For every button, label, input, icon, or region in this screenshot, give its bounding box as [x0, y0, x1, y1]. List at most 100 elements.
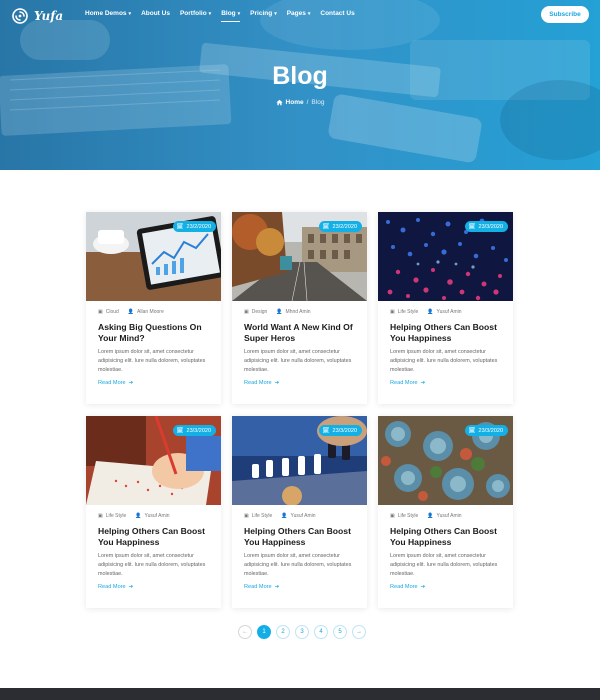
calendar-icon: 🗓: [468, 427, 476, 434]
post-title[interactable]: Helping Others Can Boost You Happiness: [244, 526, 362, 547]
nav-label: Home Demos: [85, 10, 127, 17]
breadcrumb-home-link[interactable]: Home: [275, 99, 304, 106]
page-button-3[interactable]: 3: [295, 625, 309, 639]
category-label: Life Style: [397, 309, 419, 315]
nav-item-pricing[interactable]: Pricing ▾: [250, 10, 277, 17]
date-badge: 🗓 23/2/2020: [172, 221, 216, 232]
brand-name: Yufa: [34, 9, 64, 23]
post-category[interactable]: ▣ Cloud: [98, 309, 119, 315]
user-icon: 👤: [127, 309, 135, 315]
post-image-child-drawing[interactable]: 🗓 23/3/2020: [86, 416, 221, 505]
nav-label: Pricing: [250, 10, 273, 17]
blog-card[interactable]: 🗓 23/3/2020 ▣ Life Style 👤 Yusuf Amin Helpi…: [378, 212, 513, 404]
post-author[interactable]: 👤 Allan Moore: [128, 309, 164, 315]
read-more-label: Read More: [98, 380, 126, 386]
home-icon: [275, 99, 283, 106]
user-icon: 👤: [276, 309, 283, 315]
date-badge: 🗓 23/3/2020: [464, 221, 508, 232]
nav-item-pages[interactable]: Pages ▾: [287, 10, 311, 17]
post-excerpt: Lorem ipsum dolor sit, amet consectetur …: [390, 553, 498, 577]
page-button-5[interactable]: 5: [333, 625, 347, 639]
blog-card[interactable]: 🗓 23/2/2020 ▣ Design 👤 Mhnd Amin World Want…: [232, 212, 367, 404]
calendar-icon: 🗓: [322, 427, 330, 434]
user-icon: 👤: [135, 513, 142, 519]
read-more-link[interactable]: Read More ➔: [98, 380, 133, 386]
read-more-link[interactable]: Read More ➔: [244, 380, 279, 386]
read-more-link[interactable]: Read More ➔: [390, 380, 425, 386]
hero-banner: Yufa Home Demos ▾ About Us Portfolio ▾ Blo…: [0, 0, 600, 170]
user-icon: 👤: [427, 513, 434, 519]
brand-logo[interactable]: Yufa: [10, 6, 63, 26]
post-meta: ▣ Life Style 👤 Yusuf Amin: [244, 513, 316, 519]
post-image-light-installation[interactable]: 🗓 23/3/2020: [378, 212, 513, 301]
post-excerpt: Lorem ipsum dolor sit, amet consectetur …: [390, 349, 498, 373]
post-author[interactable]: 👤 Yusuf Amin: [427, 309, 461, 315]
page-button-1[interactable]: 1: [257, 625, 271, 639]
post-category[interactable]: ▣ Design: [244, 309, 267, 315]
calendar-icon: 🗓: [322, 223, 330, 230]
folder-icon: ▣: [390, 513, 395, 519]
post-title[interactable]: Helping Others Can Boost You Happiness: [390, 322, 508, 343]
nav-label: Pages: [286, 10, 306, 17]
category-label: Life Style: [397, 513, 419, 519]
post-category[interactable]: ▣ Life Style: [244, 513, 272, 519]
read-more-label: Read More: [390, 380, 418, 386]
post-author[interactable]: 👤 Yusuf Amin: [281, 513, 315, 519]
post-excerpt: Lorem ipsum dolor sit, amet consectetur …: [98, 553, 206, 577]
folder-icon: ▣: [390, 309, 395, 315]
post-author[interactable]: 👤 Yusuf Amin: [427, 513, 461, 519]
user-icon: 👤: [427, 309, 434, 315]
post-category[interactable]: ▣ Life Style: [390, 309, 418, 315]
chevron-down-icon: ▾: [128, 10, 132, 17]
post-date: 23/2/2020: [332, 223, 357, 230]
blog-card[interactable]: 🗓 23/2/2020 ▣ Cloud 👤 Allan Moore Asking Bi…: [86, 212, 221, 404]
post-image-city-street[interactable]: 🗓 23/2/2020: [232, 212, 367, 301]
blog-card[interactable]: 🗓 23/3/2020 ▣ Life Style 👤 Yusuf Amin Helpi…: [232, 416, 367, 608]
post-title[interactable]: World Want A New Kind Of Super Heros: [244, 322, 362, 343]
post-author[interactable]: 👤 Yusuf Amin: [135, 513, 169, 519]
post-meta: ▣ Life Style 👤 Yusuf Amin: [390, 309, 462, 315]
breadcrumb: Home / Blog: [0, 99, 600, 106]
author-label: Allan Moore: [137, 309, 164, 315]
read-more-link[interactable]: Read More ➔: [390, 584, 425, 590]
post-category[interactable]: ▣ Life Style: [98, 513, 126, 519]
arrow-right-icon: ➔: [128, 380, 134, 386]
post-image-chess-board[interactable]: 🗓 23/3/2020: [232, 416, 367, 505]
nav-item-portfolio[interactable]: Portfolio ▾: [180, 10, 211, 17]
post-excerpt: Lorem ipsum dolor sit, amet consectetur …: [98, 349, 206, 373]
nav-item-home-demos[interactable]: Home Demos ▾: [85, 10, 131, 17]
arrow-right-icon: ➔: [274, 584, 280, 590]
post-category[interactable]: ▣ Life Style: [390, 513, 418, 519]
date-badge: 🗓 23/3/2020: [318, 425, 362, 436]
subscribe-button[interactable]: Subscribe: [541, 6, 589, 23]
nav-item-contact-us[interactable]: Contact Us: [320, 10, 354, 17]
nav-label: Contact Us: [320, 10, 355, 17]
page-button-2[interactable]: 2: [276, 625, 290, 639]
post-title[interactable]: Helping Others Can Boost You Happiness: [390, 526, 508, 547]
date-badge: 🗓 23/3/2020: [172, 425, 216, 436]
calendar-icon: 🗓: [468, 223, 476, 230]
nav-item-about-us[interactable]: About Us: [141, 10, 170, 17]
read-more-link[interactable]: Read More ➔: [98, 584, 133, 590]
post-image-tablet-chart[interactable]: 🗓 23/2/2020: [86, 212, 221, 301]
prev-page-button[interactable]: ←: [238, 625, 252, 639]
post-meta: ▣ Life Style 👤 Yusuf Amin: [390, 513, 462, 519]
page-button-4[interactable]: 4: [314, 625, 328, 639]
post-excerpt: Lorem ipsum dolor sit, amet consectetur …: [244, 349, 352, 373]
read-more-link[interactable]: Read More ➔: [244, 584, 279, 590]
post-title[interactable]: Asking Big Questions On Your Mind?: [98, 322, 216, 343]
category-label: Design: [251, 309, 268, 315]
blog-card[interactable]: 🗓 23/3/2020 ▣ Life Style 👤 Yusuf Amin Helpi…: [86, 416, 221, 608]
post-date: 23/3/2020: [332, 427, 357, 434]
nav-item-blog[interactable]: Blog ▾: [221, 10, 240, 22]
next-page-button[interactable]: →: [352, 625, 366, 639]
read-more-label: Read More: [98, 584, 126, 590]
post-title[interactable]: Helping Others Can Boost You Happiness: [98, 526, 216, 547]
post-image-succulents[interactable]: 🗓 23/3/2020: [378, 416, 513, 505]
post-meta: ▣ Design 👤 Mhnd Amin: [244, 309, 311, 315]
blog-card[interactable]: 🗓 23/3/2020 ▣ Life Style 👤 Yusuf Amin Helpi…: [378, 416, 513, 608]
post-meta: ▣ Life Style 👤 Yusuf Amin: [98, 513, 170, 519]
top-navbar: Yufa Home Demos ▾ About Us Portfolio ▾ Blo…: [0, 0, 600, 30]
post-date: 23/3/2020: [478, 427, 503, 434]
post-author[interactable]: 👤 Mhnd Amin: [276, 309, 310, 315]
